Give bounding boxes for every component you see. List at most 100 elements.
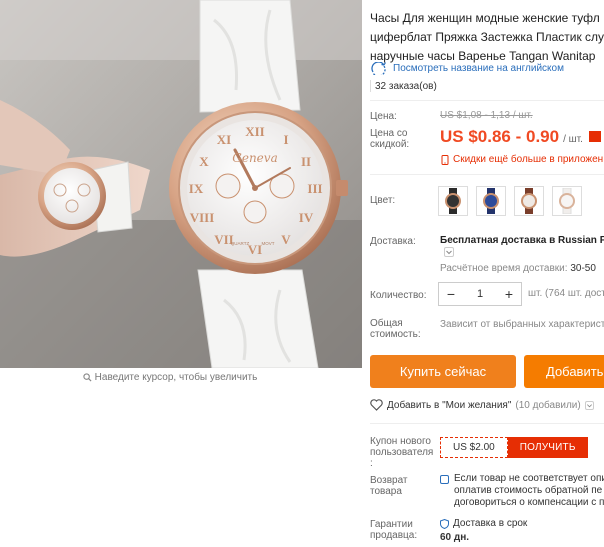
svg-text:X: X	[199, 154, 209, 169]
chevron-down-icon	[446, 250, 452, 255]
coupon-label-line: Купон нового	[370, 436, 431, 447]
guarantee-days: 60 дн.	[440, 532, 470, 543]
guarantee-label-line: Гарантии	[370, 519, 413, 530]
svg-text:IX: IX	[189, 181, 204, 196]
orders-text: 32 заказа(ов)	[375, 80, 437, 92]
returns-label: Возврат товара	[370, 475, 408, 497]
shipping-label: Доставка:	[370, 236, 416, 247]
svg-text:I: I	[283, 132, 288, 147]
zoom-hint: Наведите курсор, чтобы увеличить	[0, 372, 340, 383]
watch-thumb-icon	[559, 188, 575, 214]
return-policy-icon	[440, 475, 449, 484]
price-label: Цена:	[370, 111, 397, 122]
old-price: US $1,08 - 1,13 / шт.	[440, 110, 533, 121]
magnifier-icon	[83, 373, 92, 382]
product-title: Часы Для женщин модные женские туфл цифе…	[370, 9, 604, 66]
total-cost-label: Общая стоимость:	[370, 318, 421, 340]
wishlist-text[interactable]: Добавить в "Мои желания"	[387, 400, 511, 411]
translate-link-text[interactable]: Посмотреть название на английском	[393, 63, 564, 74]
svg-text:IV: IV	[299, 210, 314, 225]
heart-icon	[370, 399, 383, 411]
returns-label-line: товара	[370, 486, 402, 497]
buy-now-button[interactable]: Купить сейчас	[370, 355, 516, 388]
swatch-black[interactable]	[438, 186, 468, 216]
guarantee-label-line: продавца:	[370, 530, 418, 541]
coupon-label-line: пользователя	[370, 447, 434, 458]
chevron-down-icon	[586, 403, 592, 407]
svg-text:XII: XII	[245, 124, 265, 139]
dial-movt-text: MOVT	[262, 241, 275, 246]
app-discount-text[interactable]: Скидки ещё больше в приложен	[453, 154, 603, 165]
watch-brand-text: Geneva	[232, 151, 277, 165]
returns-text-line: Если товар не соответствует опи	[454, 473, 604, 484]
total-cost-note: Зависит от выбранных характеристи	[440, 319, 604, 330]
returns-text-line: оплатив стоимость обратной пе	[454, 485, 603, 496]
color-swatches	[438, 186, 582, 216]
shipping-time-value: 30-50	[570, 263, 596, 274]
total-cost-label-line: стоимость:	[370, 329, 421, 340]
shipping-expand[interactable]	[444, 247, 454, 257]
svg-text:VI: VI	[248, 242, 262, 257]
returns-label-line: Возврат	[370, 475, 408, 486]
divider	[370, 174, 604, 175]
coupon-amount: US $2.00	[440, 437, 508, 458]
quantity-decrease-button[interactable]: −	[445, 286, 457, 302]
shield-icon	[440, 519, 449, 529]
discount-price-label-line: скидкой:	[370, 139, 410, 150]
swatch-blue[interactable]	[476, 186, 506, 216]
stock-available: шт. (764 шт. доступно)	[528, 288, 604, 299]
add-to-cart-button[interactable]: Добавить	[524, 355, 604, 388]
quantity-increase-button[interactable]: +	[503, 286, 515, 302]
svg-text:XI: XI	[217, 132, 231, 147]
translate-icon	[371, 62, 387, 75]
shipping-time-label: Расчётное время доставки:	[440, 263, 568, 274]
watch-thumb-icon	[483, 188, 499, 214]
svg-text:II: II	[301, 154, 311, 169]
watch-thumb-icon	[445, 188, 461, 214]
watch-thumb-icon	[521, 188, 537, 214]
new-user-coupon: US $2.00 ПОЛУЧИТЬ	[440, 437, 588, 458]
product-title-line: Часы Для женщин модные женские туфл	[370, 11, 600, 25]
swatch-white[interactable]	[552, 186, 582, 216]
divider	[370, 423, 604, 424]
guarantee-label: Гарантии продавца:	[370, 519, 417, 541]
zoom-hint-text: Наведите курсор, чтобы увеличить	[94, 372, 258, 383]
current-price: US $0.86 - 0.90 / шт.	[440, 127, 601, 147]
product-title-line: циферблат Пряжка Застежка Пластик слу	[370, 30, 604, 44]
discount-tag	[588, 131, 601, 142]
coupon-label: Купон нового пользователя :	[370, 436, 433, 469]
quantity-stepper: − 1 +	[438, 282, 522, 306]
total-cost-label-line: Общая	[370, 318, 403, 329]
price-unit: / шт.	[563, 134, 583, 145]
guarantee-text: Доставка в срок	[453, 518, 528, 529]
svg-text:III: III	[307, 181, 322, 196]
shipping-time: Расчётное время доставки: 30-50	[440, 263, 596, 274]
add-to-wishlist[interactable]: Добавить в "Мои желания" (10 добавили)	[370, 399, 594, 411]
seller-guarantee: Доставка в срок 60 дн.	[440, 517, 527, 545]
dial-quartz-text: QUARTZ	[231, 241, 250, 246]
quantity-input[interactable]: 1	[477, 288, 483, 300]
discount-price-label: Цена со скидкой:	[370, 128, 409, 150]
svg-text:V: V	[281, 232, 291, 247]
phone-icon	[441, 154, 449, 165]
wishlist-expand[interactable]	[584, 400, 594, 410]
app-discount-link[interactable]: Скидки ещё больше в приложен	[440, 154, 603, 165]
color-label: Цвет:	[370, 195, 396, 206]
swatch-brown[interactable]	[514, 186, 544, 216]
orders-count: 32 заказа(ов)	[370, 80, 437, 92]
quantity-label: Количество:	[370, 290, 427, 301]
svg-text:VIII: VIII	[190, 210, 215, 225]
get-coupon-button[interactable]: ПОЛУЧИТЬ	[507, 437, 588, 458]
returns-text-line: договориться о компенсации с п	[454, 497, 604, 508]
product-image[interactable]: XII I II III IV V VI VII VIII IX X XI Ge…	[0, 0, 362, 368]
shipping-method: Бесплатная доставка в Russian Fe	[440, 235, 604, 246]
returns-policy: Если товар не соответствует опи оплатив …	[440, 473, 604, 509]
price-value: US $0.86 - 0.90	[440, 127, 560, 146]
divider	[370, 100, 604, 101]
wishlist-count: (10 добавили)	[515, 399, 581, 411]
discount-price-label-line: Цена со	[370, 128, 408, 139]
product-info-panel: Часы Для женщин модные женские туфл цифе…	[370, 0, 604, 547]
translate-title-link[interactable]: Посмотреть название на английском	[370, 62, 564, 75]
coupon-label-line: :	[370, 458, 373, 469]
orders-divider	[370, 80, 371, 92]
